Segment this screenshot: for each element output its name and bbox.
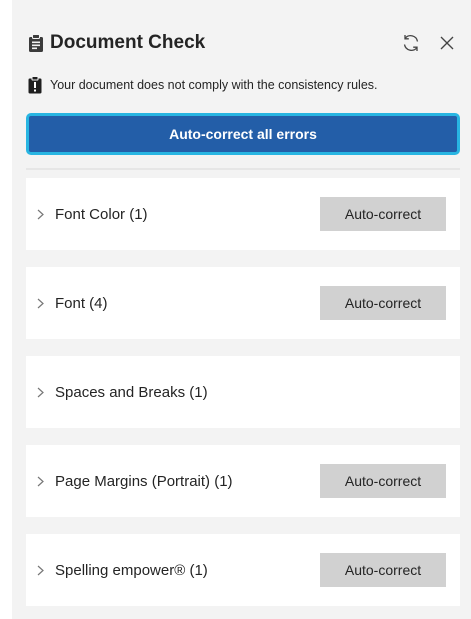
category-label: Page Margins (Portrait) (1) bbox=[55, 472, 233, 490]
category-spaces-and-breaks[interactable]: Spaces and Breaks (1) bbox=[26, 356, 460, 428]
autocorrect-button[interactable]: Auto-correct bbox=[320, 553, 446, 587]
document-check-panel: Document Check Your document does not co… bbox=[12, 0, 471, 619]
category-label: Font Color (1) bbox=[55, 205, 148, 223]
category-label: Spelling empower® (1) bbox=[55, 561, 208, 579]
compliance-warning: Your document does not comply with the c… bbox=[28, 76, 378, 94]
panel-title: Document Check bbox=[50, 32, 206, 53]
close-icon[interactable] bbox=[436, 32, 458, 54]
category-font-color[interactable]: Font Color (1) Auto-correct bbox=[26, 178, 460, 250]
clipboard-alert-icon bbox=[28, 76, 42, 94]
header-actions bbox=[400, 32, 458, 54]
refresh-icon[interactable] bbox=[400, 32, 422, 54]
category-label: Font (4) bbox=[55, 294, 108, 312]
chevron-right-icon[interactable] bbox=[37, 298, 47, 309]
chevron-right-icon[interactable] bbox=[37, 387, 47, 398]
divider bbox=[26, 168, 460, 170]
category-label: Spaces and Breaks (1) bbox=[55, 383, 208, 401]
autocorrect-all-button[interactable]: Auto-correct all errors bbox=[26, 113, 460, 155]
chevron-right-icon[interactable] bbox=[37, 209, 47, 220]
autocorrect-button[interactable]: Auto-correct bbox=[320, 464, 446, 498]
panel-header: Document Check bbox=[28, 28, 458, 58]
document-check-icon bbox=[28, 34, 44, 52]
chevron-right-icon[interactable] bbox=[37, 476, 47, 487]
chevron-right-icon[interactable] bbox=[37, 565, 47, 576]
category-page-margins[interactable]: Page Margins (Portrait) (1) Auto-correct bbox=[26, 445, 460, 517]
category-font[interactable]: Font (4) Auto-correct bbox=[26, 267, 460, 339]
autocorrect-button[interactable]: Auto-correct bbox=[320, 286, 446, 320]
category-spelling[interactable]: Spelling empower® (1) Auto-correct bbox=[26, 534, 460, 606]
autocorrect-button[interactable]: Auto-correct bbox=[320, 197, 446, 231]
warning-text: Your document does not comply with the c… bbox=[50, 78, 378, 92]
